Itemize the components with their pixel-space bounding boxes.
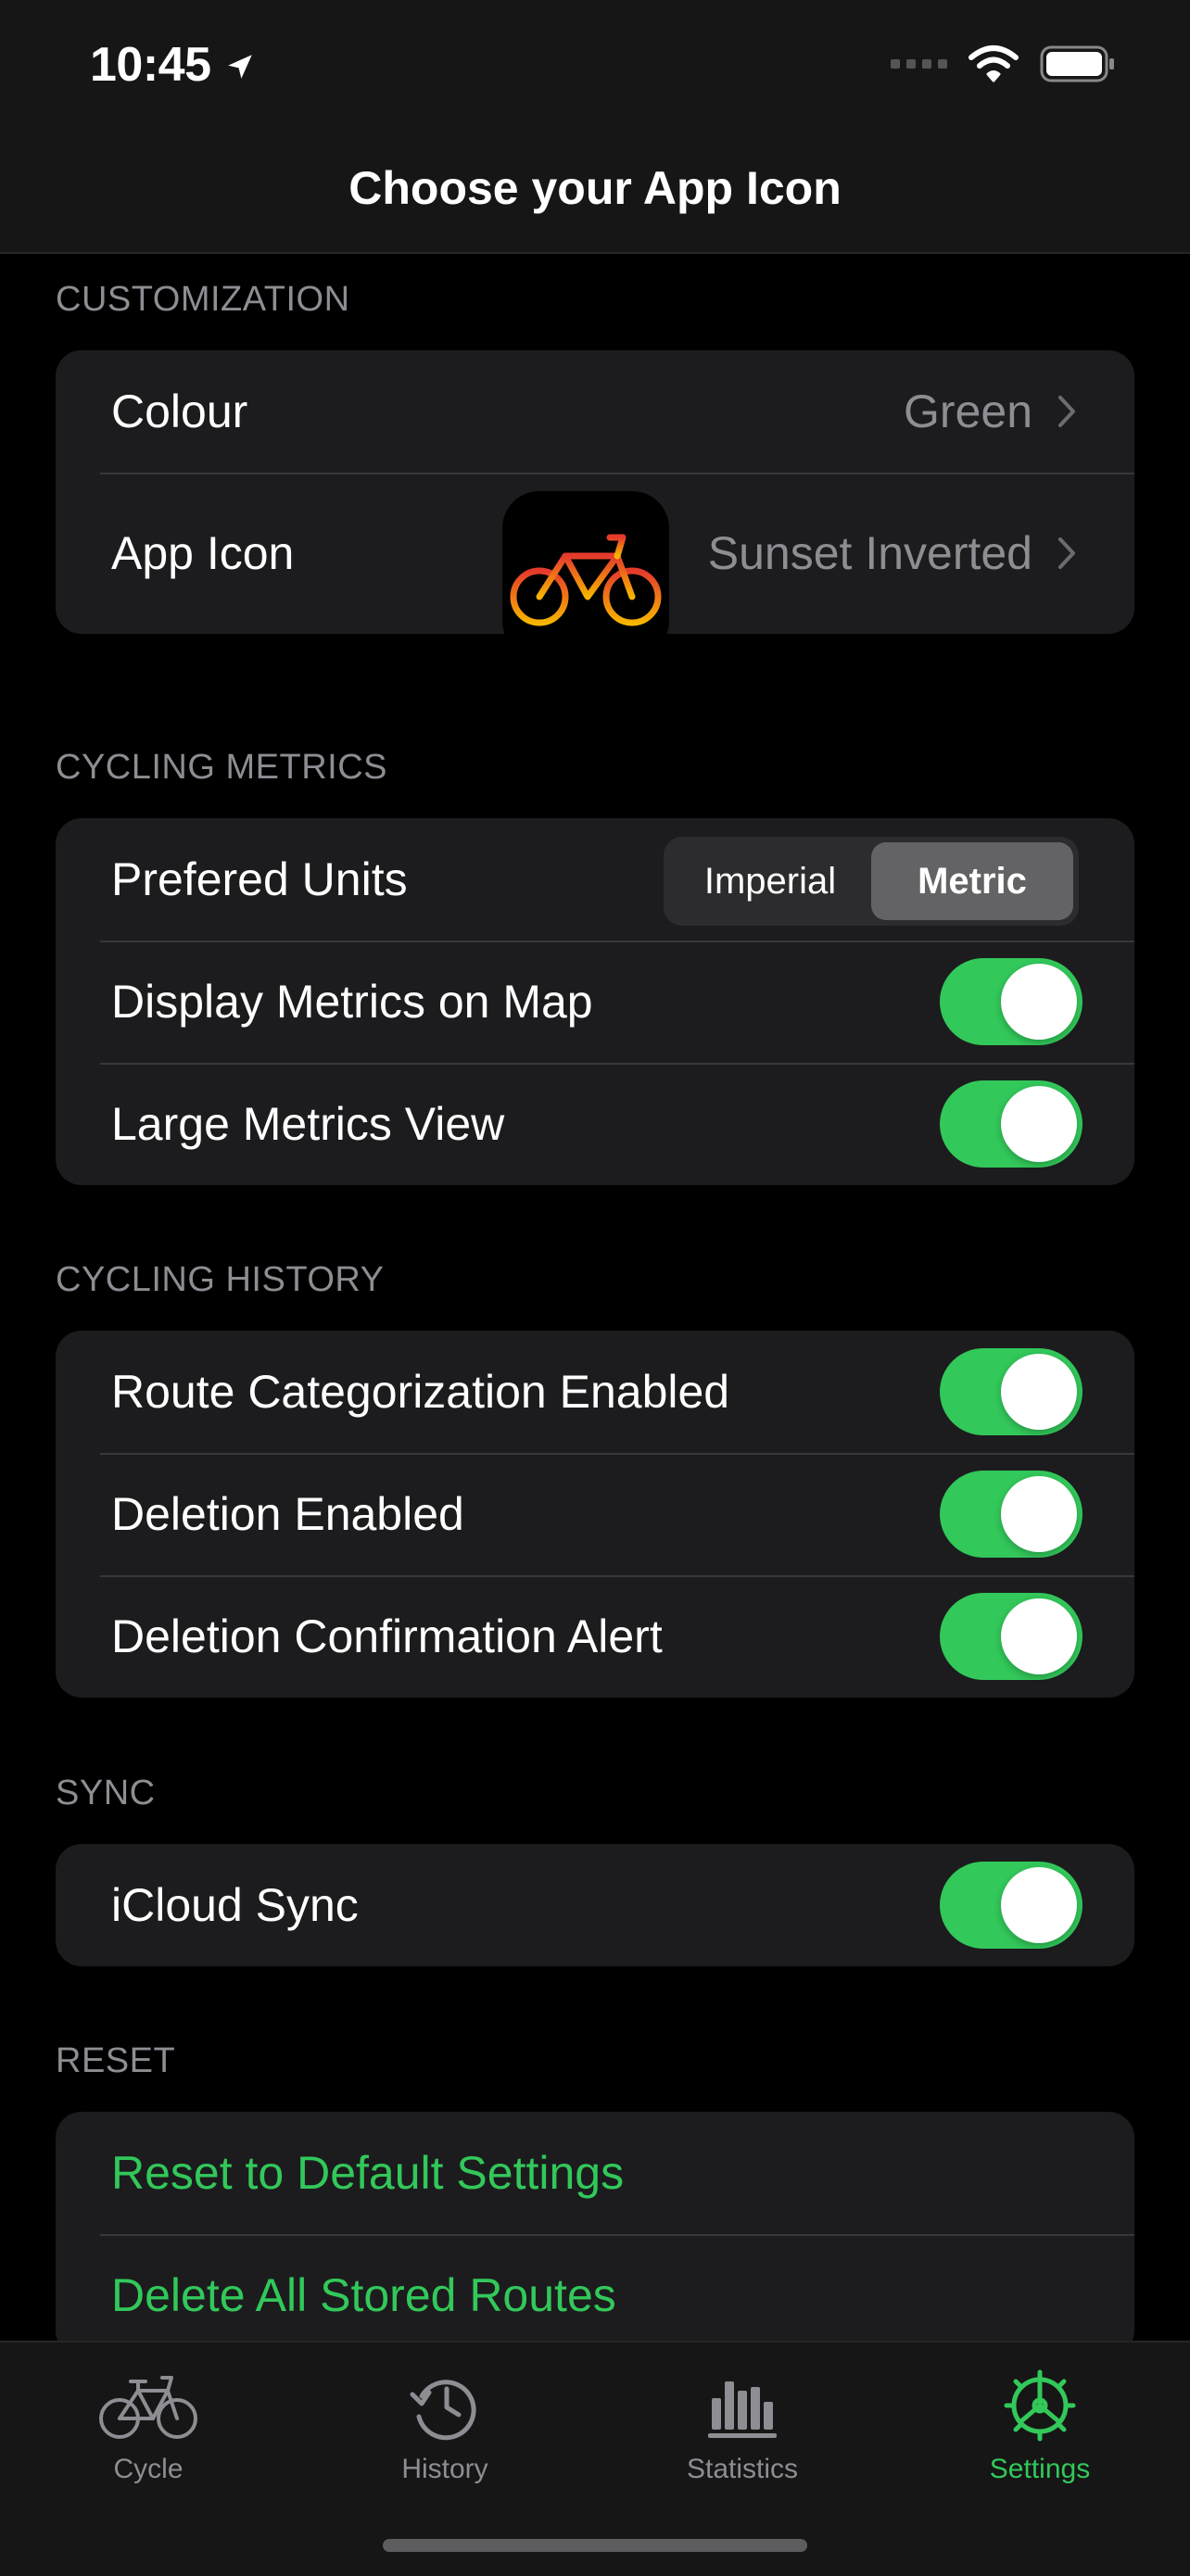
deletion-enabled-label: Deletion Enabled	[111, 1488, 464, 1540]
app-icon-label: App Icon	[111, 527, 295, 579]
section-header-reset: RESET	[56, 2041, 176, 2080]
colour-label: Colour	[111, 385, 248, 437]
icloud-sync-row: iCloud Sync	[56, 1844, 1134, 1966]
app-icon-value: Sunset Inverted	[707, 527, 1032, 579]
large-metrics-view-toggle[interactable]	[940, 1080, 1082, 1168]
deletion-enabled-toggle[interactable]	[940, 1471, 1082, 1558]
bicycle-icon	[99, 2376, 197, 2439]
battery-icon	[1040, 45, 1114, 82]
preferred-units-label: Prefered Units	[111, 853, 408, 905]
route-categorization-label: Route Categorization Enabled	[111, 1366, 730, 1418]
icloud-sync-toggle[interactable]	[940, 1862, 1082, 1949]
section-header-sync: SYNC	[56, 1774, 156, 1812]
chevron-right-icon	[1058, 396, 1075, 427]
tab-cycle-label: Cycle	[113, 2454, 184, 2484]
section-header-cycling-history: CYCLING HISTORY	[56, 1260, 385, 1299]
segment-imperial[interactable]: Imperial	[669, 842, 871, 920]
large-metrics-view-label: Large Metrics View	[111, 1098, 505, 1150]
display-metrics-map-row: Display Metrics on Map	[56, 941, 1134, 1063]
wifi-icon	[968, 45, 1019, 82]
tab-cycle[interactable]: Cycle	[37, 2368, 260, 2485]
settings-gear-icon	[1004, 2369, 1076, 2442]
units-segmented-control[interactable]: Imperial Metric	[664, 837, 1079, 926]
route-categorization-row: Route Categorization Enabled	[56, 1331, 1134, 1453]
large-metrics-view-row: Large Metrics View	[56, 1063, 1134, 1185]
tab-history-label: History	[401, 2454, 488, 2484]
preferred-units-row: Prefered Units Imperial Metric	[56, 818, 1134, 941]
deletion-confirmation-label: Deletion Confirmation Alert	[111, 1610, 663, 1662]
tab-statistics[interactable]: Statistics	[631, 2368, 854, 2485]
tab-statistics-label: Statistics	[686, 2454, 799, 2484]
colour-value: Green	[904, 385, 1032, 437]
delete-routes-row[interactable]: Delete All Stored Routes	[56, 2234, 1134, 2356]
status-indicators	[891, 44, 1116, 83]
reset-group: Reset to Default Settings Delete All Sto…	[56, 2112, 1134, 2356]
section-header-customization: CUSTOMIZATION	[56, 280, 350, 319]
segment-metric[interactable]: Metric	[871, 842, 1073, 920]
tab-settings-label: Settings	[989, 2454, 1091, 2484]
sync-group: iCloud Sync	[56, 1844, 1134, 1966]
delete-routes-button[interactable]: Delete All Stored Routes	[111, 2268, 616, 2322]
display-metrics-map-toggle[interactable]	[940, 958, 1082, 1045]
app-icon-preview	[502, 491, 669, 634]
deletion-confirmation-toggle[interactable]	[940, 1593, 1082, 1680]
section-header-cycling-metrics: CYCLING METRICS	[56, 748, 387, 787]
display-metrics-map-label: Display Metrics on Map	[111, 976, 593, 1028]
cellular-signal-icon	[891, 59, 947, 69]
tab-settings[interactable]: Settings	[929, 2368, 1151, 2485]
page-title: Choose your App Icon	[348, 162, 842, 214]
status-time-group: 10:45	[90, 37, 256, 93]
cycling-metrics-group: Prefered Units Imperial Metric Display M…	[56, 818, 1134, 1185]
history-icon	[410, 2380, 476, 2441]
status-time: 10:45	[90, 38, 211, 92]
route-categorization-toggle[interactable]	[940, 1348, 1082, 1435]
chevron-right-icon	[1058, 537, 1075, 569]
reset-defaults-button[interactable]: Reset to Default Settings	[111, 2146, 624, 2200]
navigation-bar: 10:45 Choose your App Icon	[0, 0, 1190, 254]
app-icon-row[interactable]: App Icon Sunset Inverted	[56, 473, 1134, 634]
statistics-icon	[708, 2381, 777, 2438]
deletion-enabled-row: Deletion Enabled	[56, 1453, 1134, 1575]
location-arrow-icon	[227, 55, 252, 79]
cycling-history-group: Route Categorization Enabled Deletion En…	[56, 1331, 1134, 1698]
tab-history[interactable]: History	[334, 2368, 556, 2485]
bicycle-icon	[510, 534, 662, 626]
customization-group: Colour Green App Icon Sunset Inverted	[56, 350, 1134, 634]
colour-row[interactable]: Colour Green	[56, 350, 1134, 473]
icloud-sync-label: iCloud Sync	[111, 1879, 359, 1931]
reset-defaults-row[interactable]: Reset to Default Settings	[56, 2112, 1134, 2234]
home-indicator	[383, 2539, 807, 2552]
deletion-confirmation-row: Deletion Confirmation Alert	[56, 1575, 1134, 1698]
